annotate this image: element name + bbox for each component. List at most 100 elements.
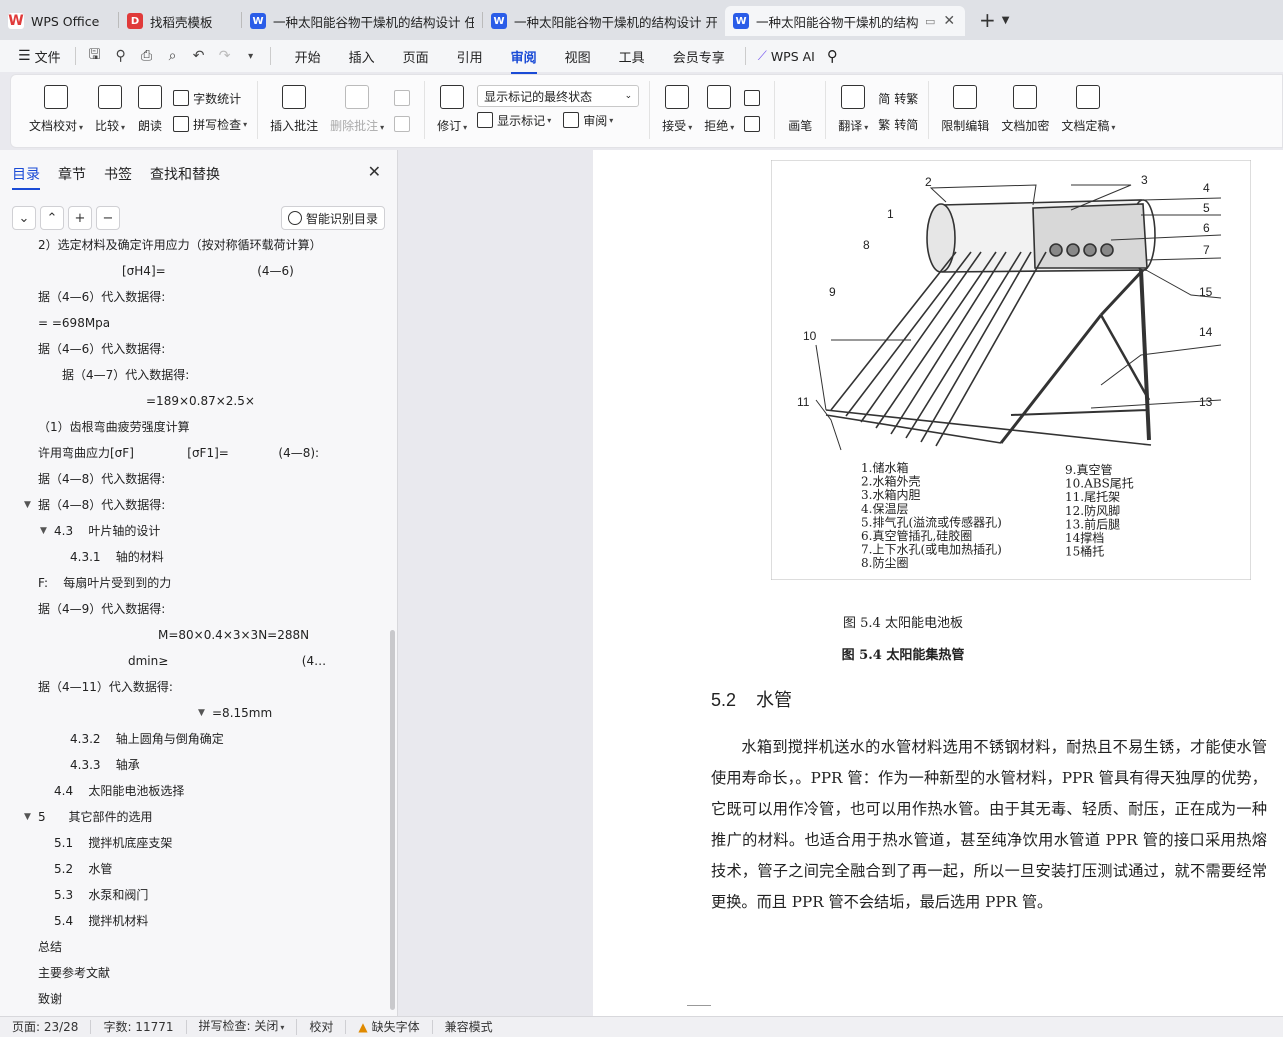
- outline-item[interactable]: 5.2 水管: [0, 856, 380, 882]
- word-count-button[interactable]: 字数统计: [173, 85, 247, 111]
- menu-review[interactable]: 审阅: [497, 47, 551, 74]
- tab-chapters[interactable]: 章节: [58, 164, 86, 184]
- to-simplified-button[interactable]: 繁转简: [878, 111, 918, 137]
- outline-item[interactable]: （1）齿根弯曲疲劳强度计算: [0, 414, 380, 440]
- search-icon[interactable]: ⚲: [827, 47, 838, 65]
- outline-item[interactable]: 据（4—8）代入数据得:: [0, 466, 380, 492]
- outline-item[interactable]: 2）选定材料及确定许用应力（按对称循环载荷计算）: [0, 238, 380, 258]
- remove-heading-button[interactable]: −: [96, 206, 120, 230]
- translate-button[interactable]: 翻译 ▾: [832, 81, 874, 134]
- chevron-down-icon[interactable]: ▾: [238, 51, 264, 62]
- next-change-button[interactable]: [744, 111, 764, 137]
- revise-button[interactable]: 修订 ▾: [431, 81, 473, 134]
- outline-item[interactable]: 据（4—6）代入数据得:: [0, 336, 380, 362]
- add-heading-button[interactable]: +: [68, 206, 92, 230]
- undo-icon[interactable]: ↶: [186, 48, 212, 64]
- document-page[interactable]: 1 2 3 4 5 6 7 8 9 10 11 13 14 15 1.储水箱 2.…: [593, 150, 1283, 1016]
- expand-down-button[interactable]: ⌄: [12, 206, 36, 230]
- menu-member[interactable]: 会员专享: [659, 47, 739, 66]
- close-icon[interactable]: ✕: [943, 13, 955, 29]
- previous-change-button[interactable]: [744, 85, 764, 111]
- outline-item[interactable]: 5.4 搅拌机材料: [0, 908, 380, 934]
- tab-doc-1[interactable]: W 一种太阳能谷物干燥机的结构设计 任: [242, 6, 482, 36]
- outline-item[interactable]: 主要参考文献: [0, 960, 380, 986]
- spell-check-status[interactable]: 拼写检查: 关闭 ▾: [187, 1019, 298, 1035]
- tab-docer[interactable]: D 找稻壳模板: [119, 6, 241, 36]
- tab-bookmarks[interactable]: 书签: [104, 164, 132, 184]
- outline-item[interactable]: = =698Mpa: [0, 310, 380, 336]
- menu-view[interactable]: 视图: [551, 47, 605, 66]
- wps-ai-menu[interactable]: WPS AI: [771, 49, 815, 64]
- finalize-button[interactable]: 文档定稿 ▾: [1055, 81, 1121, 134]
- outline-item[interactable]: ▼ 4.3 叶片轴的设计: [0, 518, 380, 544]
- read-aloud-button[interactable]: 朗读: [131, 81, 169, 134]
- outline-item[interactable]: 5.1 搅拌机底座支架: [0, 830, 380, 856]
- body-paragraph[interactable]: 水箱到搅拌机送水的水管材料选用不锈钢材料，耐热且不易生锈，才能使水管使用寿命长，…: [711, 732, 1267, 918]
- menu-start[interactable]: 开始: [281, 47, 335, 66]
- delete-comment-button[interactable]: 删除批注 ▾: [324, 81, 390, 134]
- tab-find-replace[interactable]: 查找和替换: [150, 164, 220, 184]
- outline-item[interactable]: ▼ 据（4—8）代入数据得:: [0, 492, 380, 518]
- markup-state-select[interactable]: 显示标记的最终状态 ⌄: [477, 85, 640, 107]
- popout-icon[interactable]: ▭: [925, 15, 935, 28]
- outline-item[interactable]: 4.4 太阳能电池板选择: [0, 778, 380, 804]
- expand-arrow-icon[interactable]: ▼: [198, 700, 205, 726]
- page-indicator[interactable]: 页面: 23/28: [0, 1020, 92, 1034]
- accept-button[interactable]: 接受 ▾: [656, 81, 698, 134]
- expand-arrow-icon[interactable]: ▼: [24, 804, 31, 830]
- outline-item[interactable]: 4.3.2 轴上圆角与倒角确定: [0, 726, 380, 752]
- to-traditional-button[interactable]: 简转繁: [878, 85, 918, 111]
- outline-item[interactable]: 4.3.3 轴承: [0, 752, 380, 778]
- print-icon[interactable]: ⎙: [134, 48, 160, 64]
- collapse-up-button[interactable]: ⌃: [40, 206, 64, 230]
- tab-doc-active[interactable]: W 一种太阳能谷物干燥机的结构 ▭ ✕: [725, 6, 965, 36]
- outline-item[interactable]: 据（4—9）代入数据得:: [0, 596, 380, 622]
- outline-scrollbar[interactable]: [390, 630, 395, 1010]
- add-tab-icon[interactable]: +: [979, 8, 996, 32]
- smart-toc-button[interactable]: 智能识别目录: [280, 206, 385, 230]
- outline-item[interactable]: 据（4—6）代入数据得:: [0, 284, 380, 310]
- file-menu[interactable]: 文件: [35, 47, 61, 66]
- outline-item[interactable]: 致谢: [0, 986, 380, 1012]
- print-preview-icon[interactable]: ⌕: [160, 48, 186, 64]
- menu-insert[interactable]: 插入: [335, 47, 389, 66]
- outline-item[interactable]: F: 每扇叶片受到到的力: [0, 570, 380, 596]
- outline-item[interactable]: M=80×0.4×3×3N=288N: [0, 622, 380, 648]
- outline-item[interactable]: dmin≥ (4…: [0, 648, 380, 674]
- chevron-down-icon[interactable]: ▼: [1002, 15, 1010, 26]
- outline-item[interactable]: [σH4]= (4—6): [0, 258, 380, 284]
- review-pane-button[interactable]: 审阅 ▾: [563, 112, 613, 129]
- expand-arrow-icon[interactable]: ▼: [40, 518, 47, 544]
- save-icon[interactable]: 🖫: [82, 44, 108, 68]
- spell-check-button[interactable]: 拼写检查 ▾: [173, 111, 247, 137]
- tab-toc[interactable]: 目录: [12, 164, 40, 190]
- tab-wps-office[interactable]: W WPS Office: [0, 6, 118, 36]
- outline-item[interactable]: 总结: [0, 934, 380, 960]
- outline-item[interactable]: =189×0.87×2.5×: [0, 388, 380, 414]
- reject-button[interactable]: 拒绝 ▾: [698, 81, 740, 134]
- proofread-button[interactable]: 文档校对 ▾: [23, 81, 89, 134]
- redo-icon[interactable]: ↷: [212, 48, 238, 64]
- missing-font-status[interactable]: ▲ 缺失字体: [346, 1020, 433, 1034]
- hamburger-icon[interactable]: ☰: [18, 48, 31, 64]
- outline-item[interactable]: ▼ 5 其它部件的选用: [0, 804, 380, 830]
- close-icon[interactable]: ✕: [368, 162, 381, 181]
- outline-item[interactable]: ▼ =8.15mm: [0, 700, 380, 726]
- menu-page[interactable]: 页面: [389, 47, 443, 66]
- menu-references[interactable]: 引用: [443, 47, 497, 66]
- restrict-edit-button[interactable]: 限制编辑: [935, 81, 995, 134]
- next-comment-button[interactable]: [394, 111, 414, 137]
- tab-doc-2[interactable]: W 一种太阳能谷物干燥机的结构设计 开: [483, 6, 725, 36]
- insert-comment-button[interactable]: 插入批注: [264, 81, 324, 134]
- menu-tools[interactable]: 工具: [605, 47, 659, 66]
- outline-item[interactable]: 许用弯曲应力[σF] [σF1]= (4—8):: [0, 440, 380, 466]
- encrypt-button[interactable]: 文档加密: [995, 81, 1055, 134]
- outline-item[interactable]: 据（4—11）代入数据得:: [0, 674, 380, 700]
- word-count-status[interactable]: 字数: 11771: [91, 1020, 187, 1034]
- expand-arrow-icon[interactable]: ▼: [24, 492, 31, 518]
- outline-item[interactable]: 4.3.1 轴的材料: [0, 544, 380, 570]
- share-icon[interactable]: ⚲: [108, 48, 134, 64]
- previous-comment-button[interactable]: [394, 85, 414, 111]
- proof-status[interactable]: 校对: [297, 1020, 347, 1034]
- compare-button[interactable]: 比较 ▾: [89, 81, 131, 134]
